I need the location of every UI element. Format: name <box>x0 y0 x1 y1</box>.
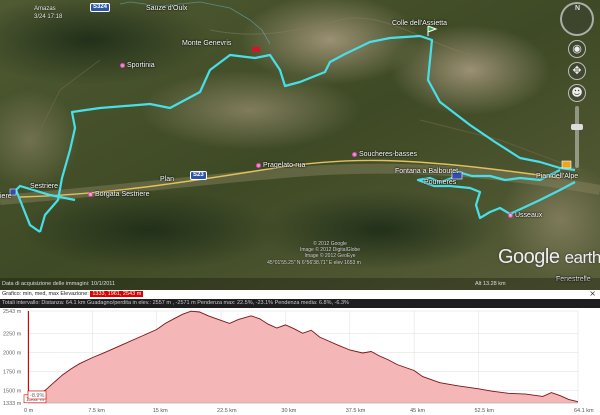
place-fontana[interactable]: Fontana a Balboutet <box>395 168 458 175</box>
place-pourrieres[interactable]: Pourrieres <box>424 179 456 186</box>
place-label: Pragelato-rua <box>263 162 306 169</box>
x-tick-label: 7.5 km <box>88 408 105 414</box>
place-borgata[interactable]: Borgata Sestriere <box>88 191 149 198</box>
x-tick-label: 52.5 km <box>474 408 494 414</box>
zoom-slider[interactable] <box>571 106 583 168</box>
y-tick-label: 2543 m <box>3 309 22 315</box>
google-earth-logo: Google earth <box>498 246 600 269</box>
place-label: Borgata Sestriere <box>95 191 150 198</box>
compass-ring[interactable]: N <box>560 2 594 36</box>
place-soucheres[interactable]: Soucheres-basses <box>352 151 417 158</box>
place-pian-alpe[interactable]: Pian dell'Alpe <box>536 173 578 180</box>
x-tick-label: 30 km <box>281 408 296 414</box>
brand-word: Google <box>498 246 560 268</box>
summit-marker[interactable] <box>252 47 260 52</box>
place-sestriere[interactable]: Sestriere <box>30 183 58 190</box>
place-label: Usseaux <box>515 212 543 219</box>
elevation-summary-values: 1333, 1961, 2543 m <box>90 291 144 297</box>
y-tick-label: 2250 m <box>3 331 22 337</box>
place-plan[interactable]: Plan <box>160 176 174 183</box>
imagery-credits: © 2012 Google Image © 2012 DigitalGlobe … <box>260 241 400 259</box>
y-tick-label: 1500 m <box>3 388 22 394</box>
place-colle-assietta[interactable]: Colle dell'Assietta <box>392 20 447 27</box>
place-pin-icon <box>256 162 261 168</box>
road-shield-mid: S23 <box>190 171 207 180</box>
y-tick-label: 2000 m <box>3 350 22 356</box>
place-usseaux[interactable]: Usseaux <box>508 212 542 219</box>
x-tick-label: 22.5 km <box>217 408 237 414</box>
place-pragelato[interactable]: Pragelato-rua <box>256 162 305 169</box>
place-label: Sportinia <box>127 62 155 69</box>
street-view-icon[interactable]: ☻ <box>568 84 586 102</box>
y-tick-label: 1750 m <box>3 369 22 375</box>
move-joystick-icon[interactable]: ✥ <box>568 62 586 80</box>
place-pin-icon <box>352 151 357 157</box>
place-pin-icon <box>88 191 93 197</box>
place-monte-genevris[interactable]: Monte Genevris <box>182 40 231 47</box>
place-pin-icon <box>120 62 125 68</box>
look-joystick-icon[interactable]: ◉ <box>568 40 586 58</box>
elevation-profile-chart[interactable]: 2543 m 2250 m 2000 m 1750 m 1500 m 1333 m0 m 7… <box>0 308 600 415</box>
cursor-grade-label: -8.9% <box>30 393 44 399</box>
y-tick-label: 1333 m <box>3 401 22 407</box>
zoom-knob[interactable] <box>571 124 583 130</box>
cursor-coordinates: 45°01'55.25" N 6°56'38.71" E elev 1653 m <box>267 260 361 266</box>
place-sauze[interactable]: Sauze d'Oulx <box>146 5 187 12</box>
place-pin-icon <box>508 212 513 218</box>
eye-altitude: Alt 13.28 km <box>475 281 506 287</box>
top-left-date: 3/24 17:18 <box>34 14 63 20</box>
range-totals-row: Totali intervallo: Distanza: 64.1 km Gua… <box>0 299 600 308</box>
elevation-profile-panel[interactable]: Grafico: min, med, max Elevazione: 1333,… <box>0 289 600 415</box>
x-tick-label: 45 km <box>410 408 425 414</box>
elevation-summary-row: Grafico: min, med, max Elevazione: 1333,… <box>0 289 600 299</box>
place-left-edge[interactable]: iere <box>0 193 12 200</box>
brand-word: earth <box>564 248 600 267</box>
imagery-date: Data di acquisizione delle immagini: 10/… <box>2 281 116 287</box>
top-left-place: Amazas <box>34 6 56 12</box>
x-tick-label: 37.5 km <box>346 408 366 414</box>
elevation-summary-label: Grafico: min, med, max Elevazione: <box>2 291 89 297</box>
x-tick-label: 15 km <box>153 408 168 414</box>
credit-line: Image © 2012 GeoEye <box>304 253 356 259</box>
place-label: Soucheres-basses <box>359 151 417 158</box>
navigation-controls: N ◉ ✥ ☻ <box>558 2 596 168</box>
x-tick-label: 0 m <box>24 408 34 414</box>
status-bar: Data di acquisizione delle immagini: 10/… <box>0 278 600 290</box>
x-tick-label: 64.1 km <box>574 408 594 414</box>
place-sportinia[interactable]: Sportinia <box>120 62 155 69</box>
map-viewport[interactable]: Amazas 3/24 17:18 S324 Sauze d'Oulx Mont… <box>0 0 600 290</box>
north-label: N <box>575 5 581 12</box>
road-shield-top: S324 <box>90 3 111 12</box>
close-profile-button[interactable]: × <box>589 289 596 298</box>
